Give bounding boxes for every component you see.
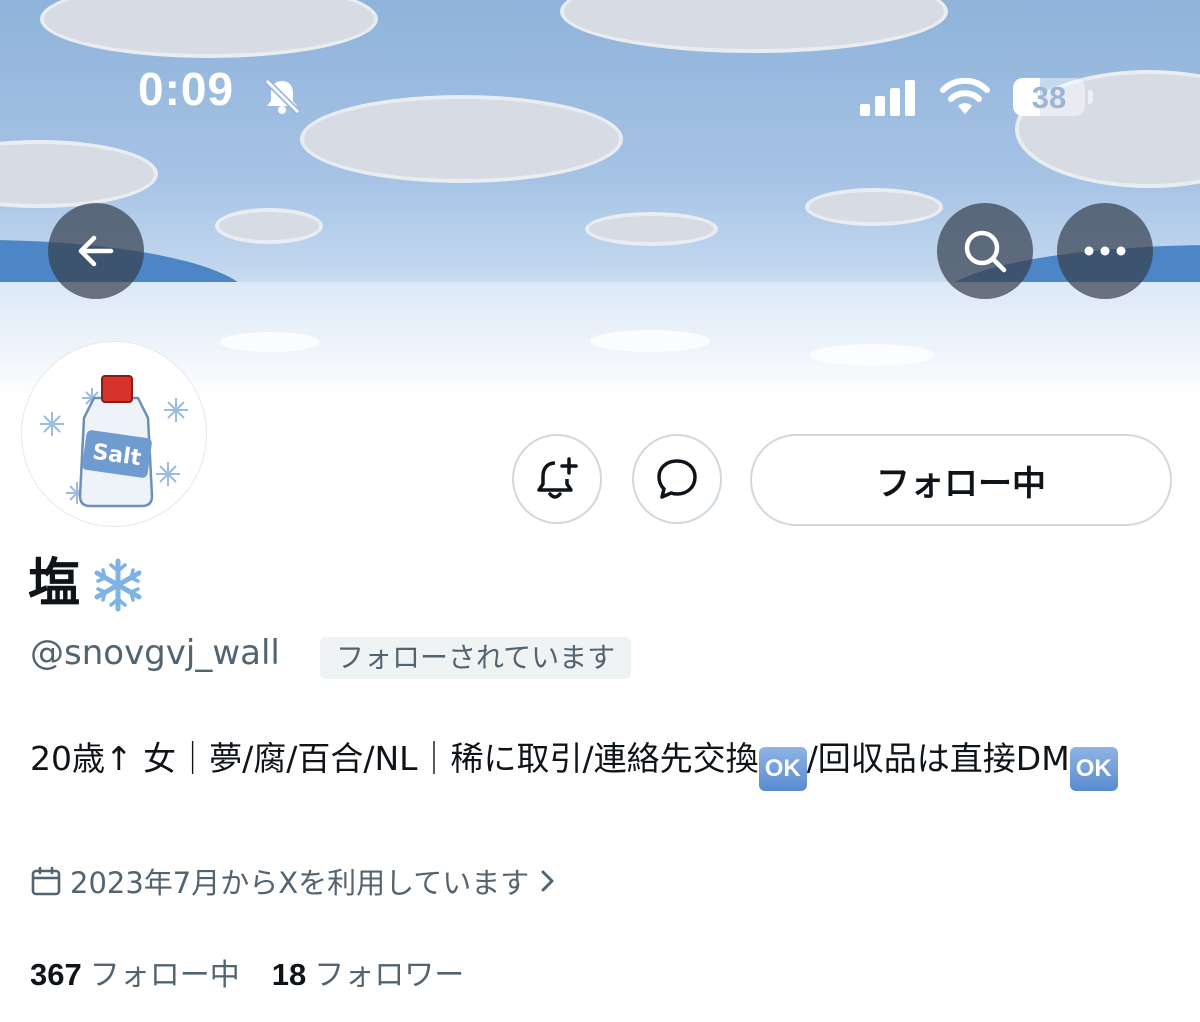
following-label: フォロー中 [89,958,240,993]
back-button[interactable] [48,203,144,299]
wifi-icon [940,78,990,114]
more-button[interactable] [1057,203,1153,299]
username-handle: @snovgvj_wall [30,633,280,673]
avatar[interactable]: Salt [22,342,206,526]
back-arrow-icon [78,235,114,267]
chevron-right-icon [541,870,554,892]
join-date-text: 2023年7月からXを利用しています [70,866,530,900]
follow-counts: 367 フォロー中 18 フォロワー [30,950,464,994]
bio-text-part-1: 20歳↑ 女｜夢/腐/百合/NL｜稀に取引/連絡先交換 [30,739,759,778]
salt-bottle-image: Salt [26,346,202,522]
ok-emoji-icon: OK [1069,747,1118,791]
following-count: 367 [30,957,82,992]
notifications-button[interactable] [512,434,602,524]
snowflake-emoji-icon [88,555,149,615]
more-icon [1084,246,1126,256]
followers-count-link[interactable]: 18 フォロワー [272,950,464,994]
search-button[interactable] [937,203,1033,299]
bio-text-part-2: /回収品は直接DM [806,739,1070,778]
follows-you-badge: フォローされています [320,637,632,679]
banner-reflection [810,344,935,366]
message-button[interactable] [632,434,722,524]
battery-icon: 38 [1013,78,1085,116]
profile-banner[interactable] [0,0,1200,400]
battery-level: 38 [1031,80,1067,115]
banner-cloud [40,0,378,58]
banner-reflection [590,330,710,352]
display-name-text: 塩 [28,554,81,615]
search-icon [964,230,1007,273]
battery-tip [1088,90,1093,104]
bio: 20歳↑ 女｜夢/腐/百合/NL｜稀に取引/連絡先交換 OK/回収品は直接DM OK [30,732,1180,791]
status-time: 0:09 [138,63,235,115]
message-icon [657,459,697,499]
followers-count: 18 [271,957,307,992]
banner-cloud [560,0,948,53]
signal-icon [860,80,915,116]
banner-cloud [805,188,943,226]
banner-cloud [0,140,158,208]
following-button[interactable]: フォロー中 [750,434,1172,526]
calendar-icon [31,866,61,896]
ok-emoji-icon: OK [758,747,807,791]
join-date[interactable]: 2023年7月からXを利用しています [30,860,559,902]
followers-label: フォロワー [314,958,465,993]
banner-cloud [215,208,323,244]
following-count-link[interactable]: 367 フォロー中 [30,950,240,994]
bell-plus-icon [537,457,578,499]
banner-reflection [220,332,320,352]
banner-cloud [300,95,623,183]
display-name: 塩 [28,553,150,617]
bell-slash-icon [264,78,301,115]
banner-cloud [585,212,718,246]
